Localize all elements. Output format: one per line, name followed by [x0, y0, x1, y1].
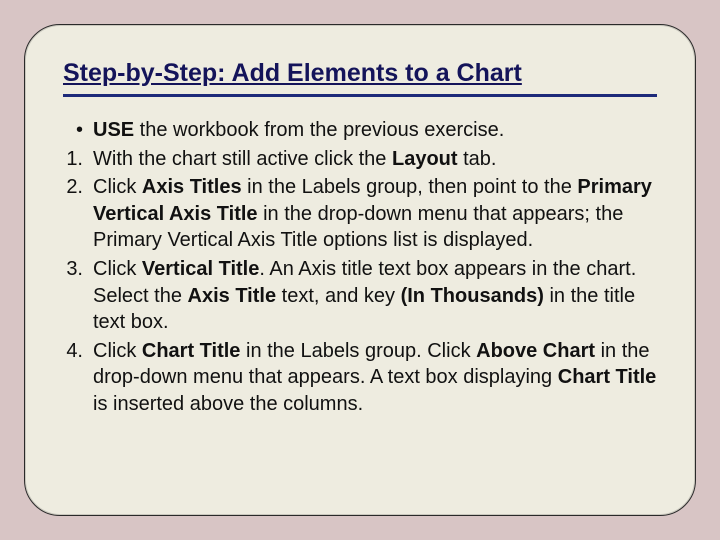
- bold-run: Vertical Title: [142, 258, 259, 280]
- step-marker: 2.: [63, 174, 93, 254]
- text-run: With the chart still active click the: [93, 148, 392, 170]
- slide-body: • USE the workbook from the previous exe…: [63, 117, 657, 418]
- bold-run: Layout: [392, 148, 458, 170]
- step-text: Click Chart Title in the Labels group. C…: [93, 338, 657, 418]
- bold-run: Above Chart: [476, 340, 595, 362]
- bold-run: Axis Titles: [142, 176, 242, 198]
- bullet-marker: •: [63, 117, 93, 144]
- step-row: 1.With the chart still active click the …: [63, 146, 657, 173]
- bullet-rest: the workbook from the previous exercise.: [134, 119, 504, 141]
- step-text: With the chart still active click the La…: [93, 146, 657, 173]
- text-run: Click: [93, 258, 142, 280]
- text-run: Click: [93, 176, 142, 198]
- bold-run: Chart Title: [558, 366, 657, 388]
- bullet-lead-bold: USE: [93, 119, 134, 141]
- bullet-row: • USE the workbook from the previous exe…: [63, 117, 657, 144]
- steps-list: 1.With the chart still active click the …: [63, 146, 657, 418]
- bold-run: (In Thousands): [401, 285, 544, 307]
- bold-run: Axis Title: [188, 285, 277, 307]
- text-run: text, and key: [276, 285, 401, 307]
- step-row: 2.Click Axis Titles in the Labels group,…: [63, 174, 657, 254]
- step-text: Click Vertical Title. An Axis title text…: [93, 256, 657, 336]
- text-run: is inserted above the columns.: [93, 393, 363, 415]
- step-text: Click Axis Titles in the Labels group, t…: [93, 174, 657, 254]
- bold-run: Chart Title: [142, 340, 241, 362]
- text-run: Click: [93, 340, 142, 362]
- text-run: in the Labels group. Click: [240, 340, 476, 362]
- slide-title: Step-by-Step: Add Elements to a Chart: [63, 59, 657, 97]
- bullet-text: USE the workbook from the previous exerc…: [93, 117, 657, 144]
- step-marker: 3.: [63, 256, 93, 336]
- step-row: 3.Click Vertical Title. An Axis title te…: [63, 256, 657, 336]
- step-row: 4.Click Chart Title in the Labels group.…: [63, 338, 657, 418]
- text-run: in the Labels group, then point to the: [242, 176, 578, 198]
- text-run: tab.: [458, 148, 497, 170]
- slide-card: Step-by-Step: Add Elements to a Chart • …: [24, 24, 696, 516]
- step-marker: 1.: [63, 146, 93, 173]
- step-marker: 4.: [63, 338, 93, 418]
